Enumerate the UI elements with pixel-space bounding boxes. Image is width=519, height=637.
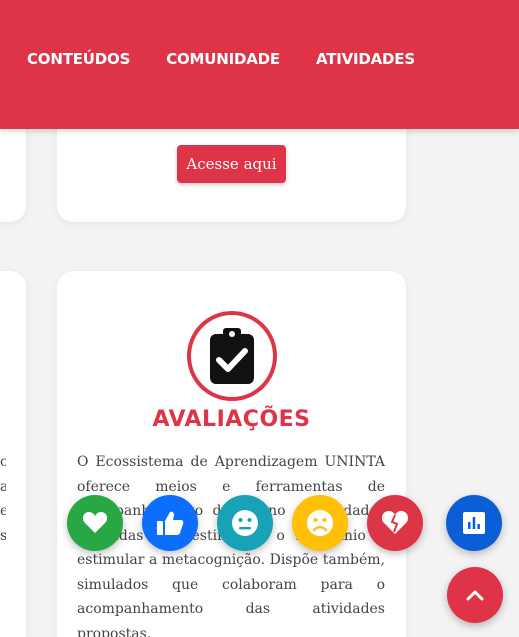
nav-item-atividades[interactable]: ATIVIDADES [316, 50, 415, 68]
main-nav: CONTEÚDOS COMUNIDADE ATIVIDADES [27, 50, 415, 68]
fragment-line: e [0, 503, 6, 519]
broken-heart-icon [381, 511, 409, 534]
fragment-line: o [0, 454, 6, 470]
evaluations-title: AVALIAÇÕES [152, 407, 311, 432]
top-header: CONTEÚDOS COMUNIDADE ATIVIDADES [0, 0, 519, 129]
heart-reaction-button[interactable] [67, 495, 123, 551]
thumbs-up-reaction-button[interactable] [142, 495, 198, 551]
neutral-face-icon [232, 510, 258, 536]
neutral-face-reaction-button[interactable] [217, 495, 273, 551]
clipboard-check-icon [187, 311, 277, 401]
fragment-line: a [0, 478, 6, 495]
sad-face-icon [307, 510, 333, 536]
bar-chart-icon [463, 512, 485, 534]
statistics-button[interactable] [446, 495, 502, 551]
left-card-text-fragment: o a e s [0, 450, 6, 548]
access-button[interactable]: Acesse aqui [177, 145, 286, 183]
thumbs-up-icon [157, 511, 184, 535]
nav-item-conteudos[interactable]: CONTEÚDOS [27, 50, 130, 68]
scroll-to-top-button[interactable] [447, 567, 503, 623]
heart-icon [82, 512, 108, 533]
fragment-line: s [0, 527, 6, 544]
nav-item-comunidade[interactable]: COMUNIDADE [166, 50, 280, 68]
sad-face-reaction-button[interactable] [292, 495, 348, 551]
chevron-up-icon [466, 590, 484, 601]
broken-heart-reaction-button[interactable] [367, 495, 423, 551]
